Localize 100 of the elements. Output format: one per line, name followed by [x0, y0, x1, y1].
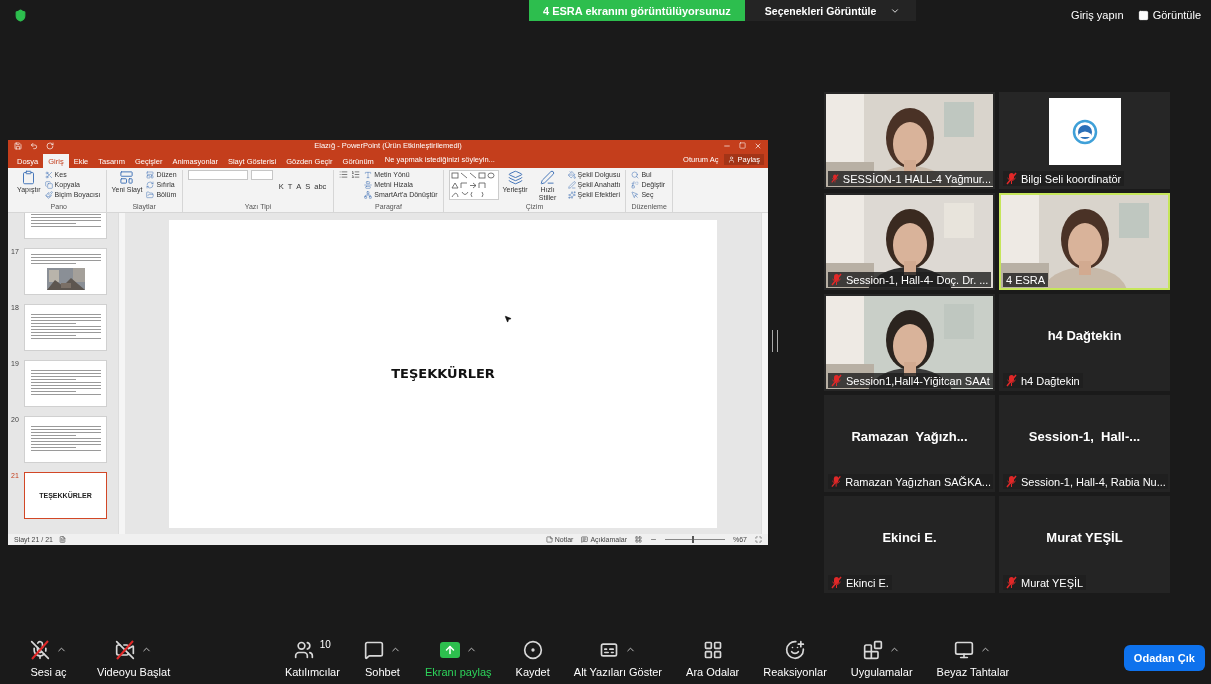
toolbar-button[interactable]: 10 Katılımcılar — [284, 638, 340, 678]
muted-mic-icon — [1006, 576, 1017, 589]
mouse-pointer-icon — [504, 314, 512, 323]
toolbar-button[interactable]: Reaksiyonlar — [763, 638, 827, 678]
muted-mic-icon — [831, 475, 842, 488]
record-icon — [522, 639, 543, 660]
share-screen-icon — [439, 641, 460, 658]
toolbar-button[interactable]: Sesi aç — [30, 638, 67, 678]
pointer-icon — [631, 190, 640, 199]
font-size-field[interactable] — [250, 170, 273, 180]
save-icon[interactable] — [14, 141, 22, 150]
participant-name-tag: Ekinci E. — [828, 575, 892, 590]
participant-display-name: Session-1, Hall-... — [1028, 429, 1141, 444]
clipboard-icon — [21, 170, 37, 185]
refresh-icon — [146, 180, 155, 189]
pen-icon — [540, 170, 556, 185]
grid-icon — [702, 639, 723, 660]
toolbar-button[interactable]: Beyaz Tahtalar — [936, 638, 1010, 678]
leave-button[interactable]: Odadan Çık — [1123, 645, 1205, 671]
whiteboard-icon — [954, 639, 975, 660]
toolbar-button[interactable]: Sohbet — [363, 638, 401, 678]
logo-icon — [1071, 118, 1098, 145]
splitter-handle[interactable] — [772, 330, 778, 352]
replace-icon — [631, 180, 640, 189]
participants-icon — [293, 639, 314, 660]
zoom-out-icon[interactable] — [650, 536, 657, 543]
undo-icon[interactable] — [30, 141, 38, 150]
toolbar-button[interactable]: Uygulamalar — [850, 638, 913, 678]
muted-mic-icon — [831, 374, 842, 387]
participant-name-tag: Murat YEŞİL — [1003, 575, 1087, 590]
participant-name-tag: 4 ESRA — [1003, 273, 1049, 287]
toolbar-button[interactable]: Kaydet — [515, 638, 550, 678]
paint-bucket-icon — [567, 170, 576, 179]
muted-mic-icon — [831, 273, 842, 286]
document-icon — [58, 536, 66, 543]
comment-icon — [581, 536, 589, 543]
slide-layout-icon — [119, 170, 135, 185]
text-lines-drawing — [30, 370, 101, 397]
participant-name-tag: Session-1, Hall-4- Doç. Dr. ... — [828, 272, 992, 287]
muted-mic-icon — [831, 172, 839, 185]
participant-name-tag: h4 Dağtekin — [1003, 373, 1083, 388]
slide-title: TEŞEKKÜRLER — [391, 366, 495, 381]
diagram-icon — [364, 190, 373, 199]
note-icon — [545, 536, 553, 543]
shield-icon — [14, 8, 27, 22]
fit-icon[interactable] — [755, 536, 762, 543]
text-lines-drawing — [30, 253, 101, 266]
toolbar-button[interactable]: Ekranı paylaş — [424, 638, 492, 678]
smiley-plus-icon — [785, 639, 806, 660]
video-off-icon — [115, 639, 136, 660]
toolbar-button[interactable]: Videoyu Başlat — [97, 638, 171, 678]
view-icon[interactable] — [635, 536, 642, 543]
paintbrush-icon — [44, 190, 53, 199]
muted-mic-icon — [831, 576, 842, 589]
participant-name-tag: Session1,Hall4-Yiğitcan SAAt — [828, 373, 993, 388]
slide-thumbnail[interactable] — [24, 248, 107, 295]
numbered-list-icon[interactable] — [351, 170, 361, 179]
sign-in-link[interactable]: Giriş yapın — [1071, 9, 1124, 21]
slide-thumbnail[interactable] — [24, 416, 107, 463]
align-icon — [364, 180, 373, 189]
toolbar-button[interactable]: Ara Odalar — [686, 638, 740, 678]
bullet-list-icon[interactable] — [339, 170, 349, 179]
muted-mic-icon — [30, 639, 50, 660]
shapes-gallery[interactable] — [448, 170, 499, 200]
participant-name-tag: Session-1, Hall-4, Rabia Nu... — [1003, 474, 1168, 489]
layout-icon — [1137, 9, 1149, 21]
slide-thumbnail[interactable] — [24, 304, 107, 351]
slide-layout-icon — [146, 170, 155, 179]
participant-display-name: Ekinci E. — [882, 530, 937, 545]
text-lines-drawing — [30, 426, 101, 453]
search-icon — [631, 170, 640, 179]
participant-name-tag: Bilgi Seli koordinatör — [1003, 171, 1125, 186]
chat-icon — [363, 639, 384, 660]
pen-icon — [567, 180, 576, 189]
sparkles-icon — [567, 190, 576, 199]
participant-name-tag: SESSİON-1 HALL-4 Yağmur... — [828, 171, 993, 186]
font-name-field[interactable] — [187, 170, 248, 180]
participant-display-name: Murat YEŞİL — [1046, 530, 1123, 545]
view-button[interactable]: Görüntüle — [1137, 9, 1201, 21]
participant-display-name: h4 Dağtekin — [1047, 328, 1122, 343]
maximize-icon[interactable] — [739, 142, 746, 149]
text-icon — [364, 170, 373, 179]
participant-name-tag: Ramazan Yağızhan SAĞKA... — [828, 474, 993, 489]
view-options-button[interactable]: Seçenekleri Görüntüle — [744, 0, 917, 21]
close-icon[interactable] — [754, 141, 762, 150]
participant-count: 10 — [319, 638, 331, 650]
sharing-banner: 4 ESRA ekranını görüntülüyorsunuz — [529, 0, 745, 21]
muted-mic-icon — [1006, 475, 1017, 488]
copy-icon — [44, 180, 53, 189]
person-icon — [728, 156, 736, 163]
redo-icon[interactable] — [46, 141, 54, 150]
apps-icon — [863, 639, 884, 660]
text-lines-drawing — [30, 314, 101, 341]
muted-mic-icon — [1006, 374, 1017, 387]
slide-thumbnail[interactable] — [24, 360, 107, 407]
muted-mic-icon — [1006, 172, 1017, 185]
scissors-icon — [44, 170, 53, 179]
layers-icon — [507, 170, 523, 185]
toolbar-button[interactable]: Alt Yazıları Göster — [573, 638, 663, 678]
folder-icon — [146, 190, 155, 199]
